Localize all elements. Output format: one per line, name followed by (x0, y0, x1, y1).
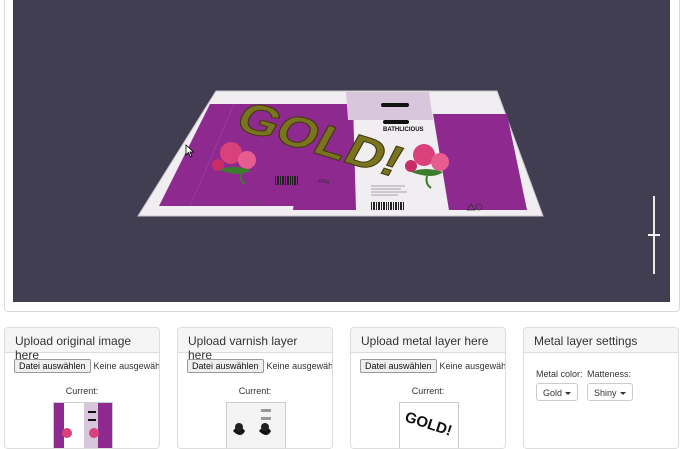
file-input-row: Datei auswählen Keine ausgewählt (187, 359, 333, 373)
metal-layer-thumbnail: GOLD! (399, 402, 459, 448)
panel-metal-layer: Upload metal layer here Datei auswählen K… (350, 327, 506, 449)
carton-weight: 400g (318, 179, 329, 185)
matteness-value: Shiny (594, 388, 617, 398)
box-dieline-render: BATHLICIOUS 400g GOLD! (137, 90, 544, 217)
carton-brand: BATHLICIOUS (383, 127, 424, 133)
choose-file-button[interactable]: Datei auswählen (187, 359, 264, 373)
panel-title: Metal layer settings (524, 328, 678, 353)
panel-varnish-layer: Upload varnish layer here Datei auswähle… (177, 327, 333, 449)
metal-color-value: Gold (543, 388, 563, 398)
current-label: Current: (411, 386, 445, 396)
file-input-row: Datei auswählen Keine ausgewählt (360, 359, 506, 373)
current-label: Current: (65, 386, 99, 396)
carton-slot-2 (383, 120, 409, 124)
metal-color-dropdown[interactable]: Gold (536, 383, 579, 401)
zoom-slider[interactable] (648, 196, 660, 274)
no-file-label: Keine ausgewählt (266, 361, 333, 371)
panel-title: Upload metal layer here (351, 328, 505, 353)
metal-thumb-text: GOLD! (403, 409, 454, 440)
matteness-dropdown[interactable]: Shiny (587, 383, 633, 401)
current-label: Current: (238, 386, 272, 396)
arrow-cursor-icon (185, 144, 195, 158)
carton-slot-1 (381, 103, 409, 107)
caret-down-icon (619, 392, 626, 396)
no-file-label: Keine ausgewählt (439, 361, 506, 371)
matteness-label: Matteness: (587, 369, 632, 379)
caret-down-icon (565, 392, 572, 396)
3d-viewer[interactable]: BATHLICIOUS 400g GOLD! (13, 0, 670, 302)
file-input-row: Datei auswählen Keine ausgewählt (14, 359, 160, 373)
panel-original-image: Upload original image here Datei auswähl… (4, 327, 160, 449)
metal-color-label: Metal color: (536, 369, 583, 379)
original-image-thumbnail (53, 402, 113, 448)
choose-file-button[interactable]: Datei auswählen (360, 359, 437, 373)
varnish-layer-thumbnail (226, 402, 286, 448)
zoom-slider-handle[interactable] (648, 234, 660, 236)
panel-title: Upload original image here (5, 328, 159, 362)
panel-metal-settings: Metal layer settings Metal color: Matten… (523, 327, 679, 449)
panel-title: Upload varnish layer here (178, 328, 332, 362)
no-file-label: Keine ausgewählt (93, 361, 160, 371)
choose-file-button[interactable]: Datei auswählen (14, 359, 91, 373)
